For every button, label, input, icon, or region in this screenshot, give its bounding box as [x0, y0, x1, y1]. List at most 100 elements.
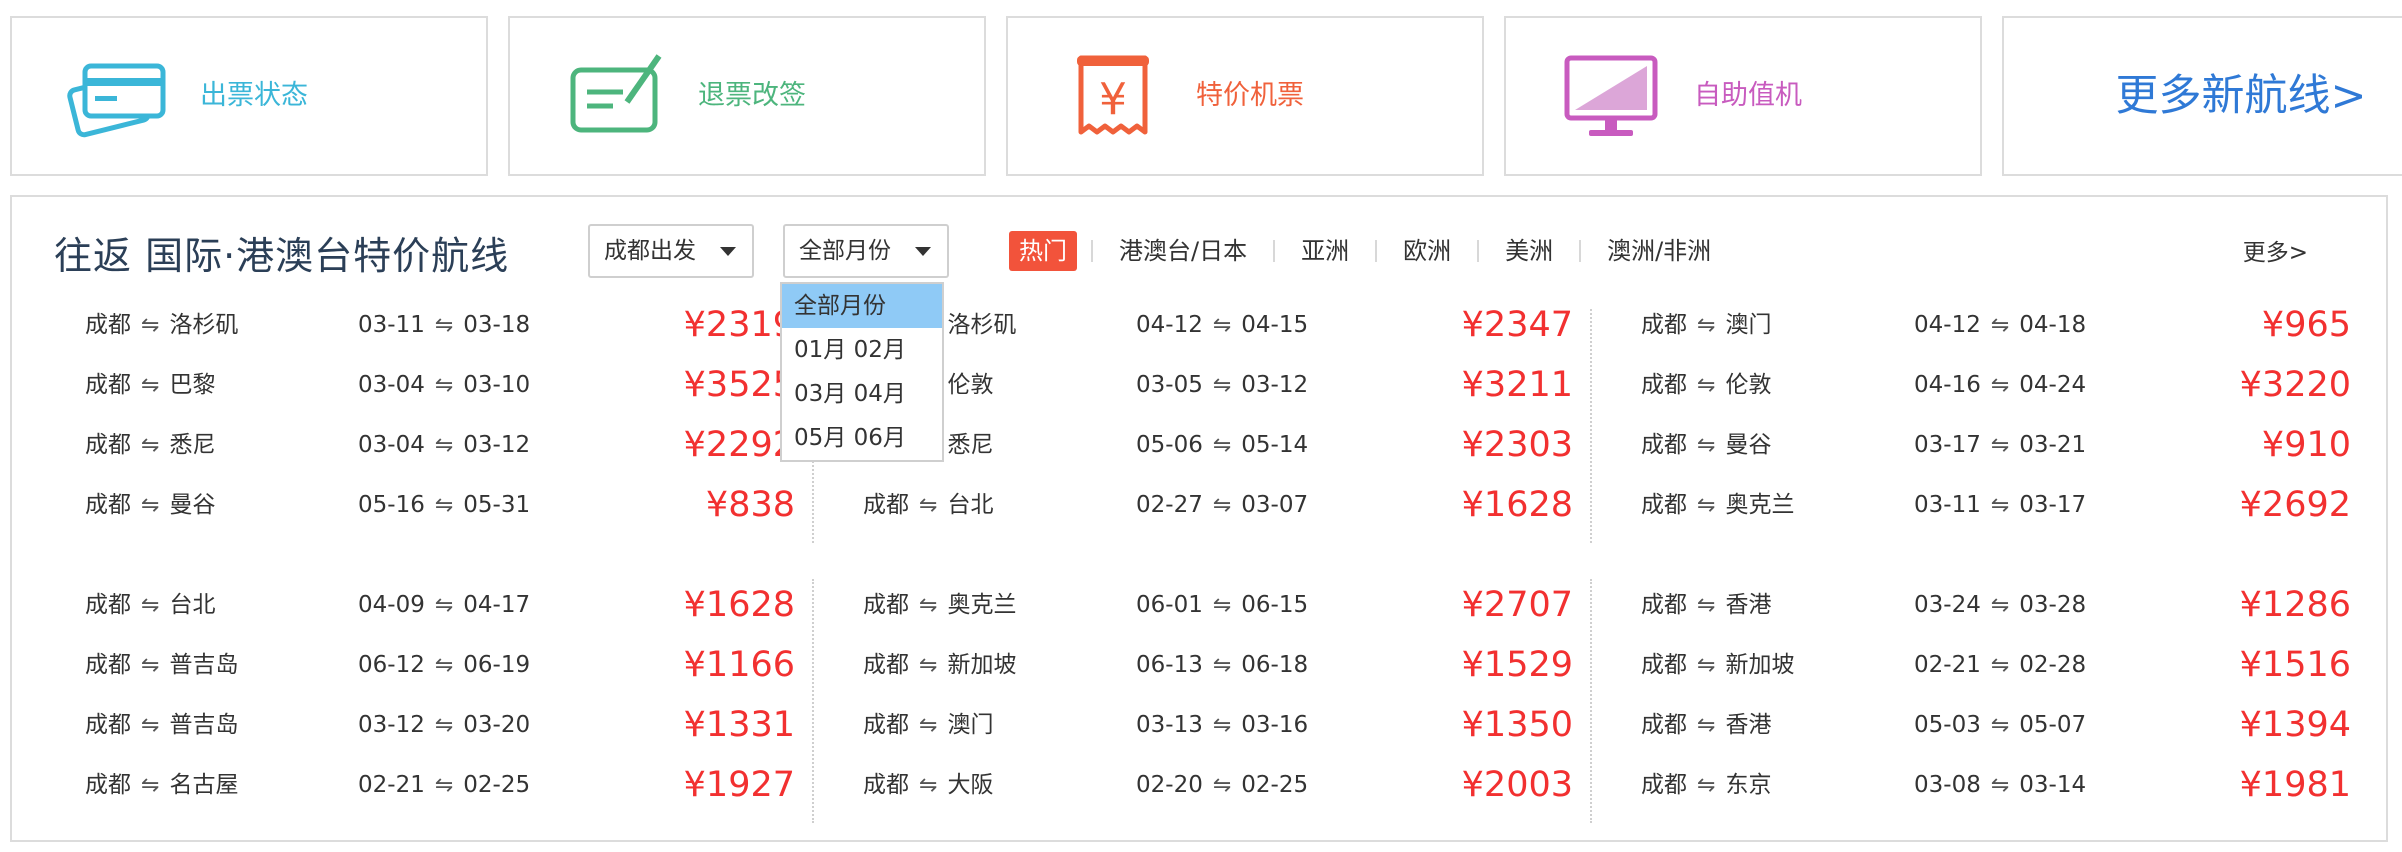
- tab-separator: [1477, 240, 1480, 262]
- route-cities: 成都 ⇋ 普吉岛: [85, 645, 238, 686]
- round-trip-icon: ⇋: [1212, 493, 1232, 518]
- fare-price: ¥1628: [1461, 485, 1573, 525]
- fare-price: ¥965: [2261, 305, 2351, 345]
- tab-asia[interactable]: 亚洲: [1289, 231, 1361, 271]
- origin-city: 成都: [85, 492, 131, 518]
- quick-link-special-fares[interactable]: ¥ 特价机票: [1006, 16, 1484, 176]
- column-divider: [812, 579, 814, 823]
- depart-date: 02-20: [1136, 772, 1203, 798]
- route-row[interactable]: 成都 ⇋ 台北 02-27 ⇋ 03-07 ¥1628: [863, 485, 1573, 525]
- route-row[interactable]: 成都 ⇋ 名古屋 02-21 ⇋ 02-25 ¥1927: [85, 765, 795, 805]
- destination-city: 洛杉矶: [169, 312, 239, 338]
- depart-date: 06-01: [1136, 592, 1203, 618]
- tab-hot[interactable]: 热门: [1009, 231, 1077, 271]
- depart-date: 05-03: [1914, 712, 1981, 738]
- fare-price: ¥3220: [2239, 365, 2351, 405]
- round-trip-icon: ⇋: [1697, 773, 1716, 798]
- route-row[interactable]: 成都 ⇋ 普吉岛 06-12 ⇋ 06-19 ¥1166: [85, 645, 795, 685]
- tab-hk-macau-taiwan-japan[interactable]: 港澳台/日本: [1107, 231, 1259, 271]
- travel-dates: 03-08 ⇋ 03-14: [1914, 765, 2086, 806]
- depart-date: 03-12: [358, 712, 425, 738]
- travel-dates: 03-17 ⇋ 03-21: [1914, 425, 2086, 466]
- route-cities: 成都 ⇋ 新加坡: [1641, 645, 1794, 686]
- month-select[interactable]: 全部月份: [783, 224, 949, 278]
- destination-city: 悉尼: [169, 432, 216, 458]
- round-trip-icon: ⇋: [141, 313, 160, 338]
- depart-date: 05-06: [1136, 432, 1203, 458]
- route-row[interactable]: 成都 ⇋ 新加坡 06-13 ⇋ 06-18 ¥1529: [863, 645, 1573, 685]
- origin-city: 成都: [863, 772, 909, 798]
- tab-europe[interactable]: 欧洲: [1391, 231, 1463, 271]
- route-row[interactable]: 成都 ⇋ 东京 03-08 ⇋ 03-14 ¥1981: [1641, 765, 2351, 805]
- destination-city: 大阪: [947, 772, 994, 798]
- fare-price: ¥1981: [2239, 765, 2351, 805]
- quick-link-refund-change[interactable]: 退票改签: [508, 16, 986, 176]
- travel-dates: 02-21 ⇋ 02-25: [358, 765, 530, 806]
- route-row[interactable]: 成都 ⇋ 曼谷 05-16 ⇋ 05-31 ¥838: [85, 485, 795, 525]
- depart-date: 05-16: [358, 492, 425, 518]
- route-row[interactable]: 成都 ⇋ 悉尼 03-04 ⇋ 03-12 ¥2292: [85, 425, 795, 465]
- tab-oceania-africa[interactable]: 澳洲/非洲: [1595, 231, 1723, 271]
- depart-date: 04-16: [1914, 372, 1981, 398]
- travel-dates: 05-03 ⇋ 05-07: [1914, 705, 2086, 746]
- route-cities: 成都 ⇋ 东京: [1641, 765, 1771, 806]
- origin-city: 成都: [85, 372, 131, 398]
- month-option[interactable]: 05月 06月: [782, 416, 942, 460]
- region-tabs: 热门 港澳台/日本 亚洲 欧洲 美洲 澳洲/非洲: [1009, 229, 1723, 273]
- route-row[interactable]: 成都 ⇋ 伦敦 04-16 ⇋ 04-24 ¥3220: [1641, 365, 2351, 405]
- origin-city: 成都: [863, 492, 909, 518]
- round-trip-icon: ⇋: [1697, 713, 1716, 738]
- month-option[interactable]: 03月 04月: [782, 372, 942, 416]
- route-row[interactable]: 成都 ⇋ 大阪 02-20 ⇋ 02-25 ¥2003: [863, 765, 1573, 805]
- route-row[interactable]: 成都 ⇋ 曼谷 03-17 ⇋ 03-21 ¥910: [1641, 425, 2351, 465]
- route-row[interactable]: 成都 ⇋ 普吉岛 03-12 ⇋ 03-20 ¥1331: [85, 705, 795, 745]
- depart-date: 02-27: [1136, 492, 1203, 518]
- month-option[interactable]: 全部月份: [782, 284, 942, 328]
- route-row[interactable]: 成都⇋洛杉矶04-12⇋04-15¥2347: [863, 305, 1573, 345]
- more-routes-label: 更多新航线>: [2115, 71, 2367, 121]
- route-row[interactable]: 成都 ⇋ 奥克兰 06-01 ⇋ 06-15 ¥2707: [863, 585, 1573, 625]
- route-row[interactable]: 成都 ⇋ 巴黎 03-04 ⇋ 03-10 ¥3525: [85, 365, 795, 405]
- route-row[interactable]: 成都⇋伦敦03-05⇋03-12¥3211: [863, 365, 1573, 405]
- quick-link-ticket-status[interactable]: 出票状态: [10, 16, 488, 176]
- round-trip-icon: ⇋: [141, 653, 160, 678]
- route-cities: 成都 ⇋ 奥克兰: [863, 585, 1016, 626]
- route-cities: 成都 ⇋ 悉尼: [85, 425, 215, 466]
- route-row[interactable]: 成都 ⇋ 新加坡 02-21 ⇋ 02-28 ¥1516: [1641, 645, 2351, 685]
- more-link[interactable]: 更多>: [2243, 233, 2308, 267]
- route-row[interactable]: 成都 ⇋ 澳门 04-12 ⇋ 04-18 ¥965: [1641, 305, 2351, 345]
- return-date: 02-25: [463, 772, 531, 798]
- depart-date: 04-12: [1136, 312, 1203, 338]
- travel-dates: 02-20 ⇋ 02-25: [1136, 765, 1308, 806]
- route-row[interactable]: 成都 ⇋ 台北 04-09 ⇋ 04-17 ¥1628: [85, 585, 795, 625]
- edit-ticket-icon: [570, 54, 662, 133]
- fare-price: ¥3525: [683, 365, 795, 405]
- month-option[interactable]: 01月 02月: [782, 328, 942, 372]
- round-trip-icon: ⇋: [1990, 313, 2010, 338]
- route-row[interactable]: 成都 ⇋ 洛杉矶 03-11 ⇋ 03-18 ¥2319: [85, 305, 795, 345]
- fare-price: ¥1350: [1461, 705, 1573, 745]
- quick-link-self-checkin[interactable]: 自助值机: [1504, 16, 1982, 176]
- destination-city: 奥克兰: [1725, 492, 1795, 518]
- route-row[interactable]: 成都 ⇋ 澳门 03-13 ⇋ 03-16 ¥1350: [863, 705, 1573, 745]
- return-date: 03-07: [1241, 492, 1309, 518]
- tab-americas[interactable]: 美洲: [1493, 231, 1565, 271]
- return-date: 05-07: [2019, 712, 2087, 738]
- round-trip-icon: ⇋: [1990, 493, 2010, 518]
- quick-link-label: 自助值机: [1694, 80, 1802, 111]
- quick-link-more-routes[interactable]: 更多新航线>: [2002, 16, 2402, 176]
- route-row[interactable]: 成都 ⇋ 奥克兰 03-11 ⇋ 03-17 ¥2692: [1641, 485, 2351, 525]
- destination-city: 伦敦: [947, 372, 994, 398]
- route-row[interactable]: 成都 ⇋ 香港 05-03 ⇋ 05-07 ¥1394: [1641, 705, 2351, 745]
- route-cities: 成都 ⇋ 香港: [1641, 705, 1771, 746]
- departure-select[interactable]: 成都出发: [588, 224, 754, 278]
- return-date: 06-15: [1241, 592, 1309, 618]
- round-trip-icon: ⇋: [919, 773, 938, 798]
- travel-dates: 05-16 ⇋ 05-31: [358, 485, 530, 526]
- return-date: 03-20: [463, 712, 531, 738]
- route-row[interactable]: 成都⇋悉尼05-06⇋05-14¥2303: [863, 425, 1573, 465]
- route-cities: 成都 ⇋ 名古屋: [85, 765, 238, 806]
- departure-select-value: 成都出发: [604, 238, 696, 264]
- round-trip-icon: ⇋: [434, 373, 454, 398]
- route-row[interactable]: 成都 ⇋ 香港 03-24 ⇋ 03-28 ¥1286: [1641, 585, 2351, 625]
